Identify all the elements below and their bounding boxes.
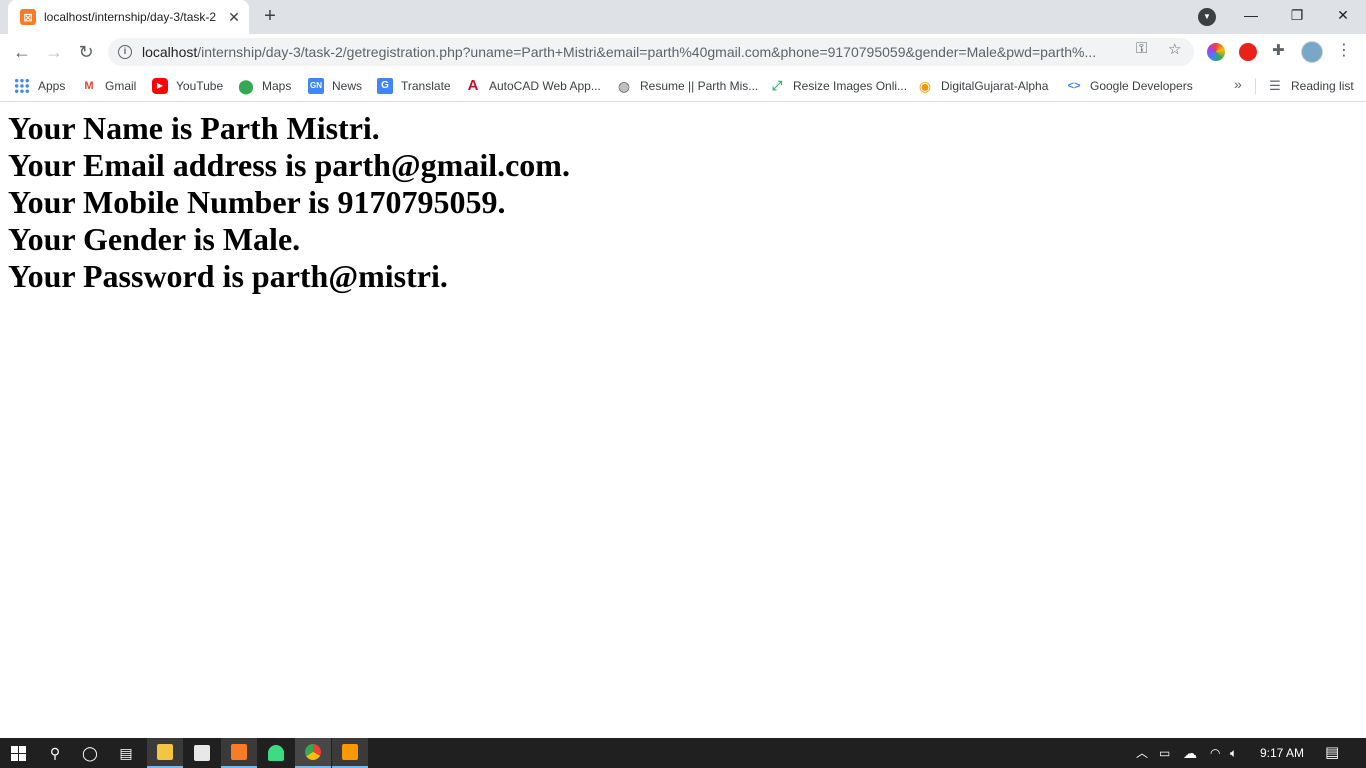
translate-icon: G xyxy=(377,78,393,94)
color-picker-extension-icon[interactable] xyxy=(1207,43,1225,61)
reload-button[interactable]: ↻ xyxy=(73,39,99,65)
email-line: Your Email address is parth@gmail.com. xyxy=(8,147,570,183)
windows-taskbar: ⚲ ◯ ▤ ︿ ▭ ☁ ◠ 🔈︎ 9:17 AM ▤ xyxy=(0,738,1366,768)
close-window-button[interactable]: ✕ xyxy=(1320,0,1366,30)
bookmark-translate[interactable]: G Translate xyxy=(377,76,451,96)
bookmark-youtube[interactable]: ▶ YouTube xyxy=(152,76,223,96)
android-studio-icon[interactable] xyxy=(258,738,294,768)
google-developers-icon: <> xyxy=(1067,80,1081,92)
maps-icon: ⬤ xyxy=(238,78,254,94)
bookmark-resume[interactable]: ◍ Resume || Parth Mis... xyxy=(616,76,758,96)
profile-avatar[interactable] xyxy=(1301,41,1323,63)
notifications-icon[interactable]: ▤ xyxy=(1325,738,1339,768)
password-line: Your Password is parth@mistri. xyxy=(8,258,448,294)
bookmarks-divider xyxy=(1255,78,1256,94)
url-text[interactable]: localhost/internship/day-3/task-2/getreg… xyxy=(142,44,1122,60)
adblock-extension-icon[interactable] xyxy=(1239,43,1257,61)
task-view-icon[interactable]: ▤ xyxy=(108,738,144,768)
clock-time[interactable]: 9:17 AM xyxy=(1260,738,1304,768)
forward-button[interactable]: → xyxy=(41,39,67,65)
new-tab-button[interactable]: + xyxy=(259,5,281,27)
apps-grid-icon xyxy=(14,78,30,94)
site-info-icon[interactable]: i xyxy=(118,45,132,59)
tab-strip: ⊠ localhost/internship/day-3/task-2 ✕ + … xyxy=(0,0,1366,34)
bookmark-resize-images[interactable]: ⤢ Resize Images Onli... xyxy=(769,76,907,96)
tab-search-icon[interactable]: ▼ xyxy=(1198,8,1216,26)
restore-button[interactable]: ❐ xyxy=(1274,0,1320,30)
bookmark-apps[interactable]: Apps xyxy=(14,76,65,96)
onedrive-cloud-icon[interactable]: ☁ xyxy=(1183,738,1197,768)
browser-menu-icon[interactable]: ⋮ xyxy=(1336,40,1352,60)
news-icon: GN xyxy=(308,78,324,94)
bookmark-gmail[interactable]: M Gmail xyxy=(81,76,136,96)
digitalgujarat-icon: ◉ xyxy=(918,78,932,94)
reading-list-icon: ☰ xyxy=(1269,78,1281,93)
password-key-icon[interactable]: ⚿ xyxy=(1136,40,1147,57)
cortana-icon[interactable]: ◯ xyxy=(72,738,108,768)
reading-list-button[interactable]: ☰ Reading list xyxy=(1267,76,1354,96)
more-bookmarks-icon[interactable]: » xyxy=(1234,76,1242,92)
xampp-icon: ⊠ xyxy=(20,9,36,25)
name-line: Your Name is Parth Mistri. xyxy=(8,110,380,146)
browser-toolbar: ← → ↻ i localhost/internship/day-3/task-… xyxy=(0,34,1366,70)
bookmark-news[interactable]: GN News xyxy=(308,76,362,96)
youtube-icon: ▶ xyxy=(152,78,168,94)
file-explorer-icon[interactable] xyxy=(147,738,183,768)
tab-title: localhost/internship/day-3/task-2 xyxy=(44,10,217,24)
chrome-taskbar-icon[interactable] xyxy=(295,738,331,768)
back-button[interactable]: ← xyxy=(9,39,35,65)
search-icon[interactable]: ⚲ xyxy=(37,738,73,768)
address-bar[interactable]: i localhost/internship/day-3/task-2/getr… xyxy=(108,38,1194,66)
gmail-icon: M xyxy=(84,80,94,92)
show-hidden-icons-icon[interactable]: ︿ xyxy=(1136,738,1148,768)
globe-icon: ◍ xyxy=(617,78,631,94)
start-windows-icon[interactable] xyxy=(0,738,36,768)
gender-line: Your Gender is Male. xyxy=(8,221,301,257)
mobile-line: Your Mobile Number is 9170795059. xyxy=(8,184,506,220)
minimize-button[interactable]: — xyxy=(1228,0,1274,30)
volume-icon[interactable]: 🔈︎ xyxy=(1230,738,1237,768)
bookmark-star-icon[interactable]: ☆ xyxy=(1168,40,1181,58)
sublime-text-icon[interactable] xyxy=(332,738,368,768)
page-content: Your Name is Parth Mistri. Your Email ad… xyxy=(8,110,570,295)
bookmark-autocad[interactable]: A AutoCAD Web App... xyxy=(465,76,601,96)
bookmark-digitalgujarat[interactable]: ◉ DigitalGujarat-Alpha xyxy=(917,76,1049,96)
extensions-puzzle-icon[interactable]: ✚ xyxy=(1272,41,1285,59)
store-icon[interactable] xyxy=(184,738,220,768)
battery-icon[interactable]: ▭ xyxy=(1159,738,1170,768)
autocad-icon: A xyxy=(467,77,479,94)
bookmark-google-developers[interactable]: <> Google Developers xyxy=(1066,76,1193,96)
resize-icon: ⤢ xyxy=(771,78,783,93)
bookmark-maps[interactable]: ⬤ Maps xyxy=(238,76,291,96)
wifi-icon[interactable]: ◠ xyxy=(1210,738,1220,768)
browser-tab[interactable]: ⊠ localhost/internship/day-3/task-2 ✕ xyxy=(8,0,249,34)
xampp-taskbar-icon[interactable] xyxy=(221,738,257,768)
close-tab-icon[interactable]: ✕ xyxy=(226,9,242,26)
bookmarks-bar: Apps M Gmail ▶ YouTube ⬤ Maps GN News G … xyxy=(0,70,1366,102)
